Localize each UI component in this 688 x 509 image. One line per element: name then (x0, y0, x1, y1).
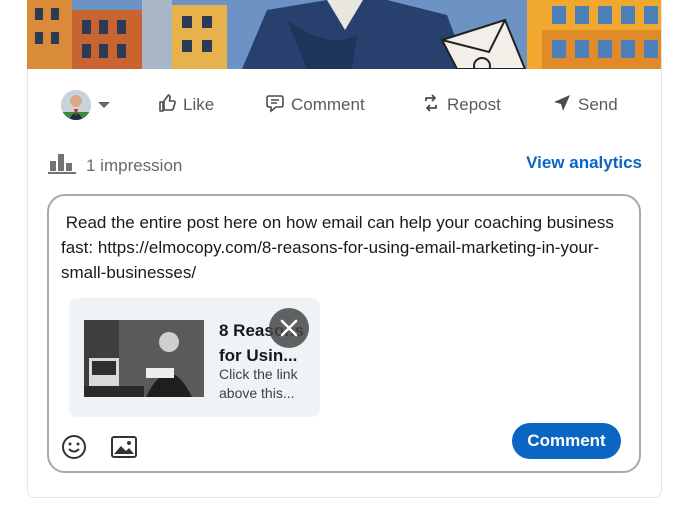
repost-button[interactable]: Repost (421, 84, 501, 126)
impressions-stat: 1 impression (48, 152, 182, 179)
like-button[interactable]: Like (157, 84, 214, 126)
view-analytics-link[interactable]: View analytics (526, 153, 642, 173)
image-icon (111, 436, 137, 462)
send-icon (552, 93, 572, 118)
comment-composer[interactable]: Read the entire post here on how email c… (47, 194, 641, 473)
actor-switcher[interactable] (61, 84, 111, 126)
comment-label: Comment (291, 95, 365, 114)
link-preview-card[interactable]: 8 Reasons for Usin... Click the link abo… (69, 298, 320, 417)
link-preview-description: Click the link above this... (219, 366, 298, 401)
remove-preview-button[interactable] (269, 308, 309, 348)
comment-bubble-icon (265, 93, 285, 118)
chevron-down-icon (97, 95, 111, 115)
emoji-button[interactable] (61, 434, 87, 460)
comment-input[interactable]: Read the entire post here on how email c… (61, 210, 631, 285)
comment-button[interactable]: Comment (265, 84, 365, 126)
submit-comment-button[interactable]: Comment (512, 423, 621, 459)
close-icon (280, 313, 298, 344)
like-label: Like (183, 95, 215, 114)
impressions-label: 1 impression (86, 155, 183, 175)
avatar (61, 90, 91, 120)
repost-label: Repost (447, 95, 501, 114)
post-action-bar: Like Comment Repost Send (27, 84, 661, 126)
post-image[interactable] (27, 0, 661, 69)
link-preview-thumbnail (84, 320, 204, 397)
thumbs-up-icon (157, 93, 177, 118)
repost-icon (421, 93, 441, 118)
impressions-row: 1 impression View analytics (48, 150, 642, 178)
send-label: Send (578, 95, 618, 114)
bar-chart-icon (48, 152, 76, 179)
smiley-icon (61, 435, 87, 464)
send-button[interactable]: Send (552, 84, 618, 126)
add-image-button[interactable] (111, 436, 137, 458)
